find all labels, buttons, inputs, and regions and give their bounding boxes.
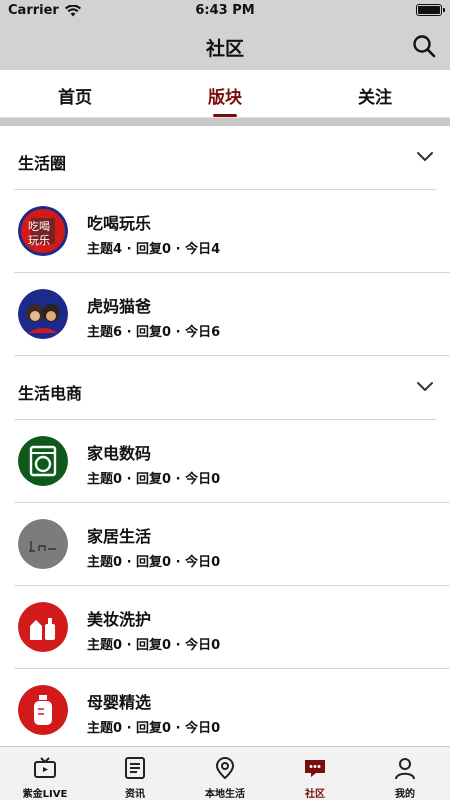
clock: 6:43 PM — [195, 3, 255, 18]
news-icon — [125, 757, 145, 779]
tabbar-item-local[interactable]: 本地生活 — [180, 747, 270, 800]
divider — [0, 118, 450, 126]
parents-icon — [18, 289, 68, 339]
status-bar: Carrier 6:43 PM — [0, 0, 450, 22]
board-title: 家电数码 — [87, 444, 152, 463]
board-stats: 主题0 · 回复0 · 今日0 — [87, 638, 221, 653]
svg-text:吃喝: 吃喝 — [28, 220, 50, 233]
tab-home[interactable]: 首页 — [0, 70, 150, 117]
section-title: 生活电商 — [18, 384, 83, 403]
board-stats: 主题0 · 回复0 · 今日0 — [87, 555, 221, 570]
tabbar-label: 资讯 — [125, 789, 145, 800]
list-item[interactable]: 虎妈猫爸 主题6 · 回复0 · 今日6 — [14, 273, 450, 356]
chevron-down-icon[interactable] — [416, 380, 434, 394]
section-header-life-circle[interactable]: 生活圈 — [14, 126, 436, 190]
location-icon — [215, 756, 235, 780]
list-item[interactable]: 美妆洗护 主题0 · 回复0 · 今日0 — [14, 586, 450, 669]
board-title: 美妆洗护 — [87, 610, 152, 629]
board-list: 生活圈 吃喝 玩乐 吃喝玩乐 主题4 · 回复0 · 今日4 虎妈猫爸 主题6 … — [0, 126, 450, 752]
tabbar-label: 紫金LIVE — [22, 789, 68, 800]
board-stats: 主题0 · 回复0 · 今日0 — [87, 721, 221, 736]
cosmetics-icon — [18, 602, 68, 652]
board-stats: 主题6 · 回复0 · 今日6 — [87, 325, 221, 340]
segment-tabs: 首页 版块 关注 — [0, 70, 450, 118]
section-header-ecommerce[interactable]: 生活电商 — [14, 356, 436, 420]
tabbar-item-me[interactable]: 我的 — [360, 747, 450, 800]
board-title: 母婴精选 — [87, 693, 152, 712]
bottom-tab-bar: 紫金LIVE 资讯 本地生活 社区 我的 — [0, 746, 450, 800]
tab-following[interactable]: 关注 — [300, 70, 450, 117]
chat-icon — [305, 760, 325, 777]
list-item[interactable]: 家电数码 主题0 · 回复0 · 今日0 — [14, 420, 450, 503]
page-title: 社区 — [205, 38, 244, 60]
top-bar: Carrier 6:43 PM 社区 — [0, 0, 450, 70]
tv-icon — [34, 757, 56, 778]
section-title: 生活圈 — [18, 154, 67, 173]
chevron-down-icon[interactable] — [416, 150, 434, 164]
tabbar-label: 社区 — [305, 789, 325, 800]
list-item[interactable]: 吃喝 玩乐 吃喝玩乐 主题4 · 回复0 · 今日4 — [14, 190, 450, 273]
baby-bottle-icon — [18, 685, 68, 735]
board-stats: 主题0 · 回复0 · 今日0 — [87, 472, 221, 487]
washing-machine-icon — [18, 436, 68, 486]
tabbar-item-live[interactable]: 紫金LIVE — [0, 747, 90, 800]
home-living-icon — [18, 519, 68, 569]
tab-boards[interactable]: 版块 — [150, 70, 300, 117]
list-item[interactable]: 母婴精选 主题0 · 回复0 · 今日0 — [14, 669, 450, 752]
profile-icon — [395, 758, 415, 780]
search-icon[interactable] — [412, 34, 436, 58]
battery-icon — [416, 4, 445, 16]
tabbar-label: 我的 — [395, 789, 415, 800]
board-title: 吃喝玩乐 — [87, 214, 152, 233]
food-fun-icon: 吃喝 玩乐 — [18, 206, 68, 256]
board-title: 家居生活 — [87, 527, 152, 546]
svg-text:玩乐: 玩乐 — [28, 234, 50, 247]
tabbar-item-community[interactable]: 社区 — [270, 747, 360, 800]
board-stats: 主题4 · 回复0 · 今日4 — [87, 242, 221, 257]
tabbar-label: 本地生活 — [205, 789, 245, 800]
list-item[interactable]: 家居生活 主题0 · 回复0 · 今日0 — [14, 503, 450, 586]
board-title: 虎妈猫爸 — [87, 297, 152, 316]
tabbar-item-news[interactable]: 资讯 — [90, 747, 180, 800]
